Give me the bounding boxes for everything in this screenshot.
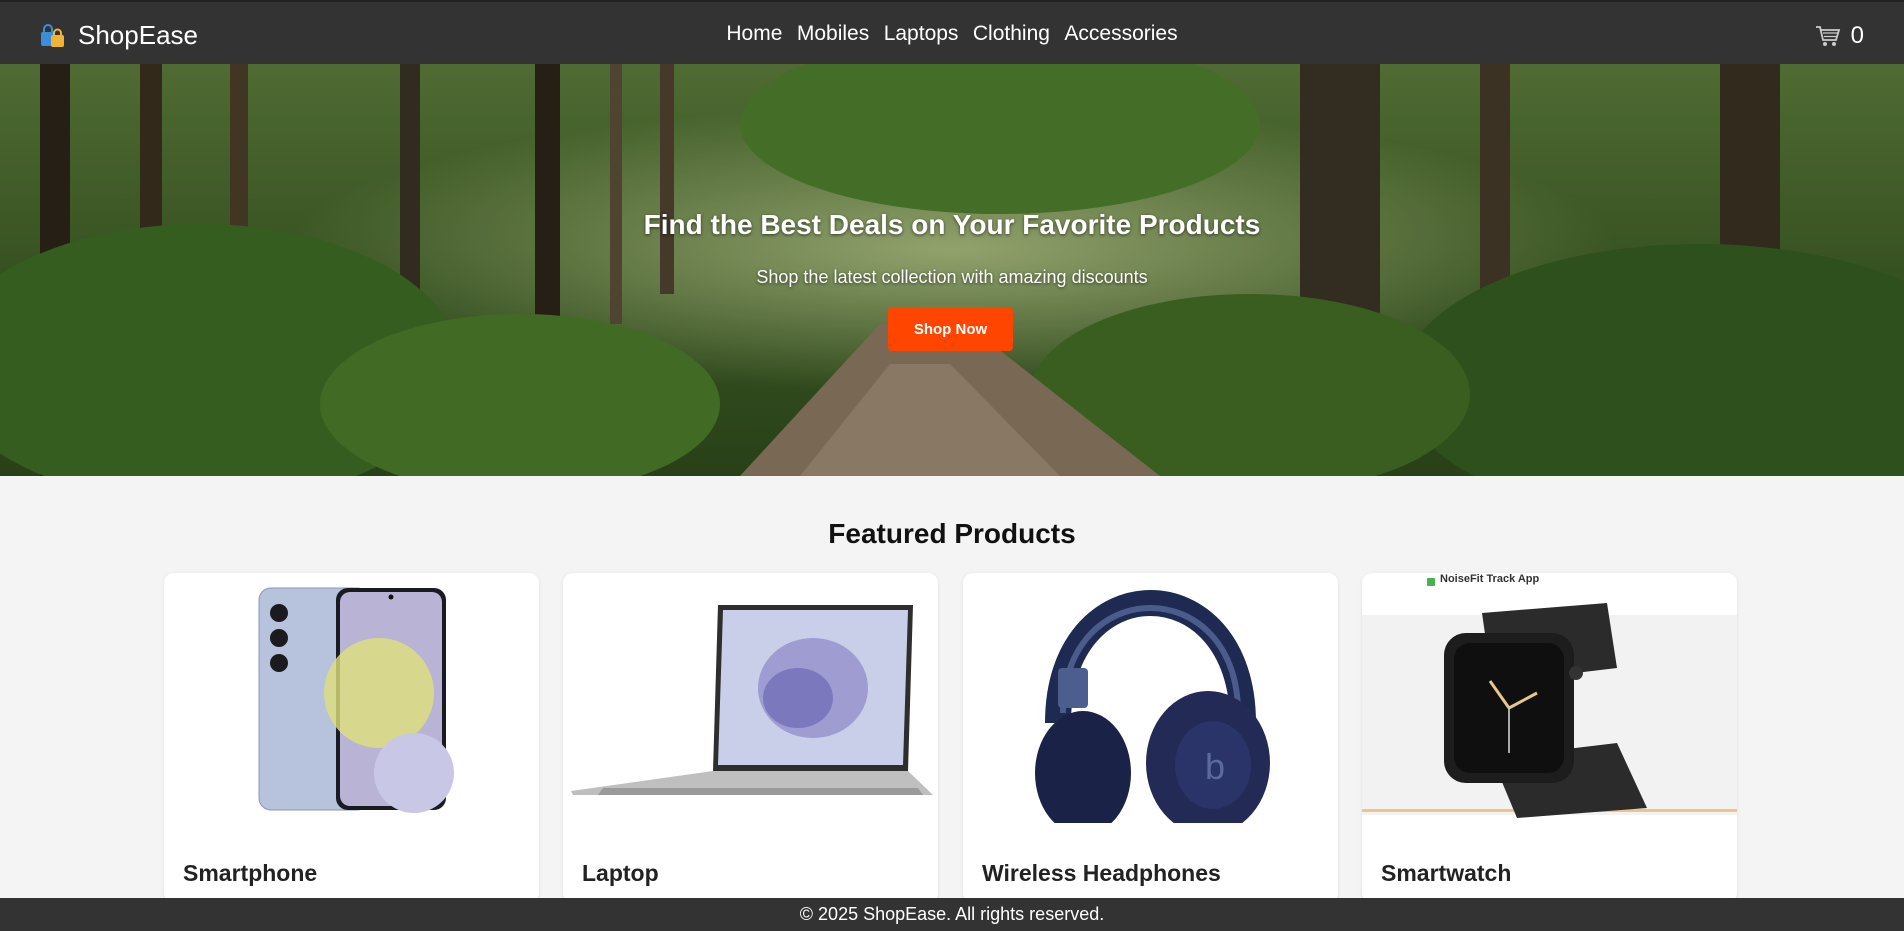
hero-subtitle: Shop the latest collection with amazing … bbox=[756, 267, 1148, 287]
footer: © 2025 ShopEase. All rights reserved. bbox=[0, 898, 1904, 931]
product-card-smartphone[interactable]: Smartphone bbox=[164, 573, 539, 903]
product-name: Smartwatch bbox=[1381, 860, 1512, 886]
main-nav: Home Mobiles Laptops Clothing Accessorie… bbox=[0, 22, 1904, 46]
product-name: Smartphone bbox=[183, 860, 318, 886]
smartwatch-image bbox=[1362, 578, 1737, 818]
product-card-laptop[interactable]: Laptop bbox=[563, 573, 938, 903]
nav-accessories[interactable]: Accessories bbox=[1064, 22, 1177, 45]
smartphone-image bbox=[258, 587, 454, 813]
shop-now-button[interactable]: Shop Now bbox=[888, 307, 1013, 351]
product-card-wireless-headphones[interactable]: b Wireless Headphones bbox=[963, 573, 1338, 903]
hero-content: Find the Best Deals on Your Favorite Pro… bbox=[0, 64, 1904, 476]
nav-laptops[interactable]: Laptops bbox=[884, 22, 959, 45]
svg-text:b: b bbox=[1205, 746, 1225, 787]
nav-home[interactable]: Home bbox=[726, 22, 782, 45]
cart-icon bbox=[1815, 26, 1840, 46]
headphones-image: b bbox=[1035, 590, 1270, 823]
featured-products-title: Featured Products bbox=[828, 518, 1076, 549]
hero-title: Find the Best Deals on Your Favorite Pro… bbox=[643, 209, 1261, 240]
product-name: Wireless Headphones bbox=[982, 860, 1221, 886]
laptop-image bbox=[571, 605, 933, 795]
top-navbar: ShopEase Home Mobiles Laptops Clothing A… bbox=[0, 0, 1904, 64]
cart-count: 0 bbox=[1850, 22, 1864, 49]
footer-copyright: © 2025 ShopEase. All rights reserved. bbox=[799, 904, 1105, 924]
product-name: Laptop bbox=[582, 860, 659, 886]
product-card-smartwatch[interactable]: NoiseFit Track App Smartwatch bbox=[1362, 573, 1737, 903]
image-caption: NoiseFit Track App bbox=[1440, 573, 1540, 585]
hero-banner: Find the Best Deals on Your Favorite Pro… bbox=[0, 64, 1904, 476]
cart-button[interactable]: 0 bbox=[1815, 22, 1864, 50]
nav-clothing[interactable]: Clothing bbox=[973, 22, 1050, 45]
nav-mobiles[interactable]: Mobiles bbox=[797, 22, 869, 45]
